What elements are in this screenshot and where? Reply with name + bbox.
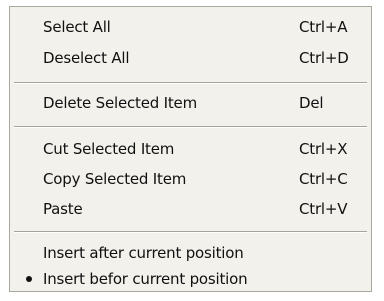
menu-item-shortcut: Ctrl+C [299,170,348,188]
menu-item-shortcut: Ctrl+V [299,200,348,218]
menu-item-cut-selected[interactable]: Cut Selected Item Ctrl+X [10,135,371,163]
context-menu: Select All Ctrl+A Deselect All Ctrl+D De… [9,6,372,292]
menu-item-label: Select All [43,18,111,36]
menu-item-select-all[interactable]: Select All Ctrl+A [10,13,371,41]
menu-item-shortcut: Ctrl+A [299,18,348,36]
menu-item-shortcut: Del [299,94,324,112]
menu-item-label: Delete Selected Item [43,94,197,112]
menu-separator [14,82,367,84]
menu-item-paste[interactable]: Paste Ctrl+V [10,195,371,223]
menu-item-label: Cut Selected Item [43,140,175,158]
menu-item-label: Deselect All [43,49,130,67]
menu-item-label: Paste [43,200,83,218]
menu-item-shortcut: Ctrl+D [299,49,349,67]
menu-item-delete-selected[interactable]: Delete Selected Item Del [10,89,371,117]
radio-bullet-icon [26,276,32,282]
menu-item-copy-selected[interactable]: Copy Selected Item Ctrl+C [10,165,371,193]
menu-item-label: Copy Selected Item [43,170,187,188]
menu-item-label: Insert after current position [43,244,244,262]
menu-separator [14,126,367,128]
menu-item-insert-after[interactable]: Insert after current position [10,239,371,267]
menu-item-insert-before[interactable]: Insert befor current position [10,265,371,293]
menu-item-shortcut: Ctrl+X [299,140,348,158]
menu-item-deselect-all[interactable]: Deselect All Ctrl+D [10,44,371,72]
menu-separator [14,231,367,233]
menu-item-label: Insert befor current position [43,270,248,288]
